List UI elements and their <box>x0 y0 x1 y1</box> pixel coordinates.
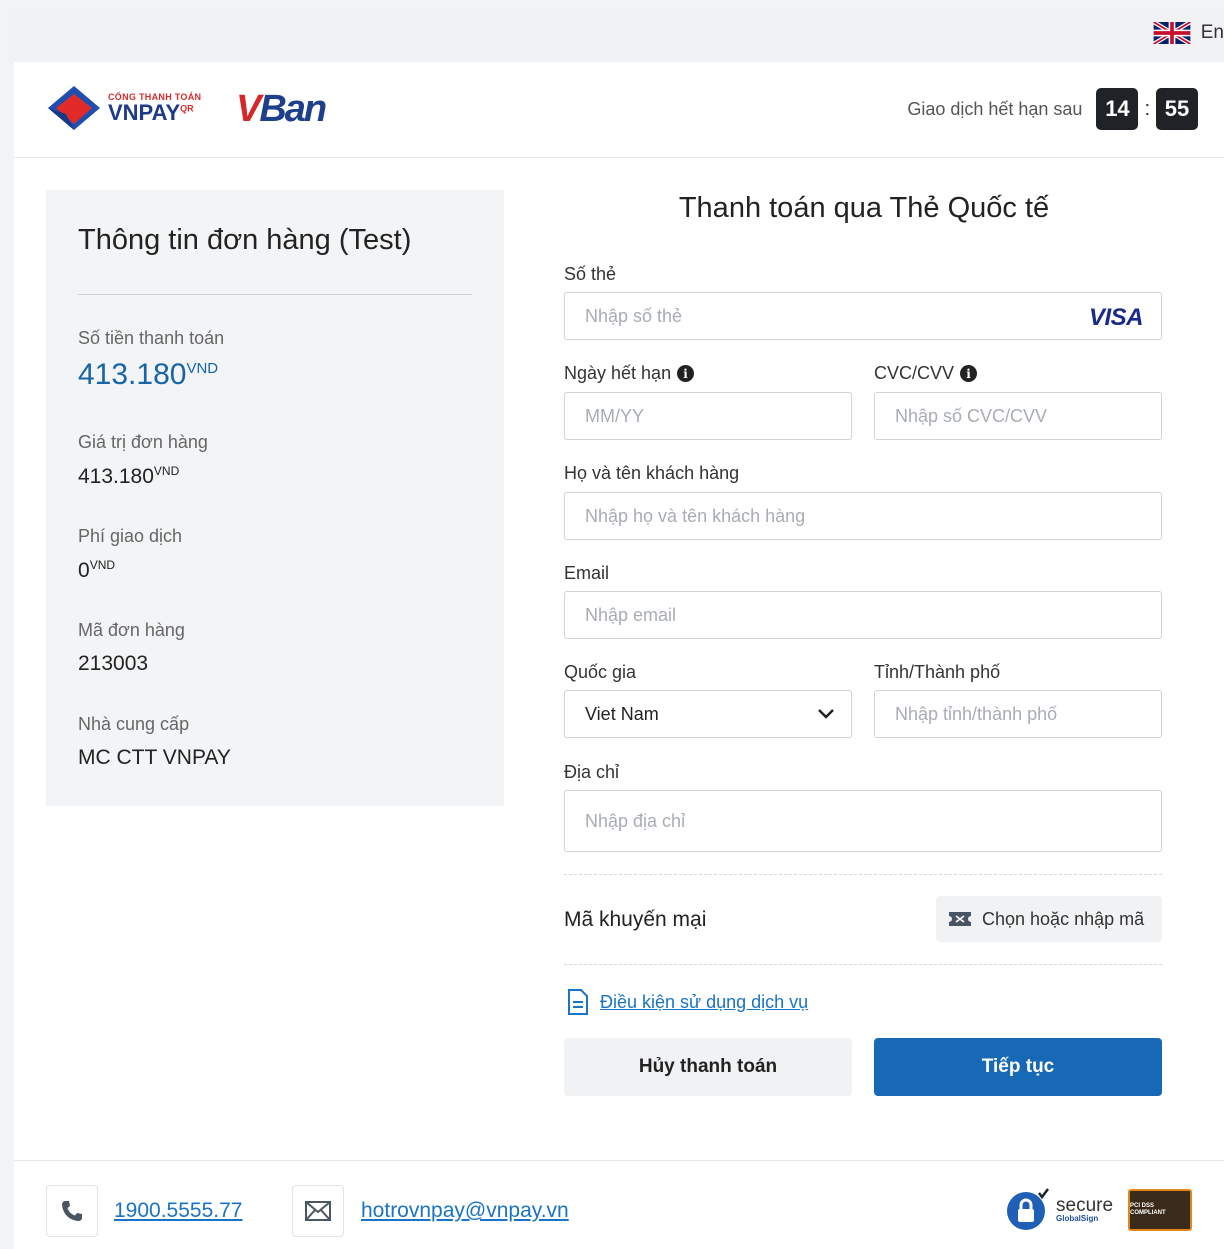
order-value-label: Giá trị đơn hàng <box>78 432 208 452</box>
pci-text: PCI DSS COMPLIANT <box>1130 1202 1166 1216</box>
top-bar: En <box>8 8 1224 64</box>
provider-label: Nhà cung cấp <box>78 714 190 734</box>
expiry-label: Ngày hết hạn i <box>564 363 695 384</box>
divider <box>564 964 1162 965</box>
amount-value: 413.180VND <box>78 358 219 391</box>
form-title: Thanh toán qua Thẻ Quốc tế <box>678 192 1050 224</box>
card-number-input[interactable] <box>564 292 1162 340</box>
expiry-timer: Giao dịch hết hạn sau 14 : 55 <box>907 88 1198 130</box>
cvc-input[interactable] <box>874 392 1162 440</box>
country-select[interactable]: Viet Nam <box>564 690 852 738</box>
phone-icon-box[interactable] <box>46 1185 98 1237</box>
fee-value: 0VND <box>78 558 116 582</box>
address-label: Địa chỉ <box>564 762 620 782</box>
provider-value: MC CTT VNPAY <box>78 746 231 769</box>
name-input[interactable] <box>564 492 1162 540</box>
ticket-icon <box>949 912 971 926</box>
order-info-panel: Thông tin đơn hàng (Test) Số tiền thanh … <box>46 190 504 806</box>
timer-separator: : <box>1144 97 1150 120</box>
header: CỔNG THANH TOÁN VNPAYQR VBan Giao dịch h… <box>14 62 1224 158</box>
email-link[interactable]: hotrovnpay@vnpay.vn <box>361 1199 569 1223</box>
language-label[interactable]: En <box>1201 22 1224 44</box>
info-icon[interactable]: i <box>677 365 695 382</box>
secure-text: secure <box>1056 1194 1114 1216</box>
country-value: Viet Nam <box>585 703 659 724</box>
terms-row: Điều kiện sử dụng dịch vụ <box>566 988 808 1016</box>
lock-icon <box>1007 1188 1049 1230</box>
phone-link[interactable]: 1900.5555.77 <box>114 1199 242 1223</box>
continue-button[interactable]: Tiếp tục <box>874 1038 1162 1096</box>
promo-button-label: Chọn hoặc nhập mã <box>982 908 1145 929</box>
chevron-down-icon <box>818 709 834 719</box>
mail-icon <box>305 1201 331 1221</box>
logo-big-text: VNPAYQR <box>108 99 194 125</box>
timer-minutes: 14 <box>1096 88 1139 130</box>
phone-icon <box>62 1201 82 1221</box>
payment-card: CỔNG THANH TOÁN VNPAYQR VBan Giao dịch h… <box>14 62 1224 1249</box>
pci-dss-badge: PCI DSS COMPLIANT <box>1128 1189 1192 1231</box>
mail-icon-box[interactable] <box>292 1185 344 1237</box>
city-label: Tỉnh/Thành phố <box>874 662 1001 682</box>
promo-code-button[interactable]: Chọn hoặc nhập mã <box>936 896 1162 942</box>
timer-seconds: 55 <box>1156 88 1198 130</box>
order-title: Thông tin đơn hàng (Test) <box>78 224 412 256</box>
vnpay-logo: CỔNG THANH TOÁN VNPAYQR <box>46 84 201 132</box>
card-number-label: Số thẻ <box>564 264 617 284</box>
footer: 1900.5555.77 hotrovnpay@vnpay.vn secure … <box>14 1160 1224 1249</box>
uk-flag-icon <box>1152 22 1191 44</box>
address-input[interactable] <box>564 790 1162 852</box>
amount-label: Số tiền thanh toán <box>78 328 225 348</box>
email-label: Email <box>564 563 610 583</box>
cvc-label: CVC/CVV i <box>874 363 978 384</box>
info-icon[interactable]: i <box>960 365 978 382</box>
language-switcher[interactable]: En <box>1152 22 1224 44</box>
email-input[interactable] <box>564 591 1162 639</box>
divider <box>78 294 472 295</box>
globalsign-badge: secure GlobalSign <box>1006 1187 1113 1231</box>
terms-link[interactable]: Điều kiện sử dụng dịch vụ <box>600 992 808 1013</box>
vban-logo: VBan <box>236 88 327 130</box>
vnpay-diamond-icon <box>48 86 100 130</box>
country-label: Quốc gia <box>564 662 637 682</box>
order-value: 413.180VND <box>78 464 180 488</box>
order-id-label: Mã đơn hàng <box>78 620 185 640</box>
promo-label: Mã khuyến mại <box>564 908 707 931</box>
secure-subtext: GlobalSign <box>1056 1213 1099 1223</box>
timer-label: Giao dịch hết hạn sau <box>907 98 1083 119</box>
cancel-payment-button[interactable]: Hủy thanh toán <box>564 1038 852 1096</box>
divider <box>564 874 1162 875</box>
expiry-input[interactable] <box>564 392 852 440</box>
city-input[interactable] <box>874 690 1162 738</box>
document-icon <box>568 989 588 1015</box>
fee-label: Phí giao dịch <box>78 526 183 546</box>
name-label: Họ và tên khách hàng <box>564 463 740 483</box>
order-id-value: 213003 <box>78 652 149 675</box>
visa-logo: VISA <box>1089 304 1144 331</box>
